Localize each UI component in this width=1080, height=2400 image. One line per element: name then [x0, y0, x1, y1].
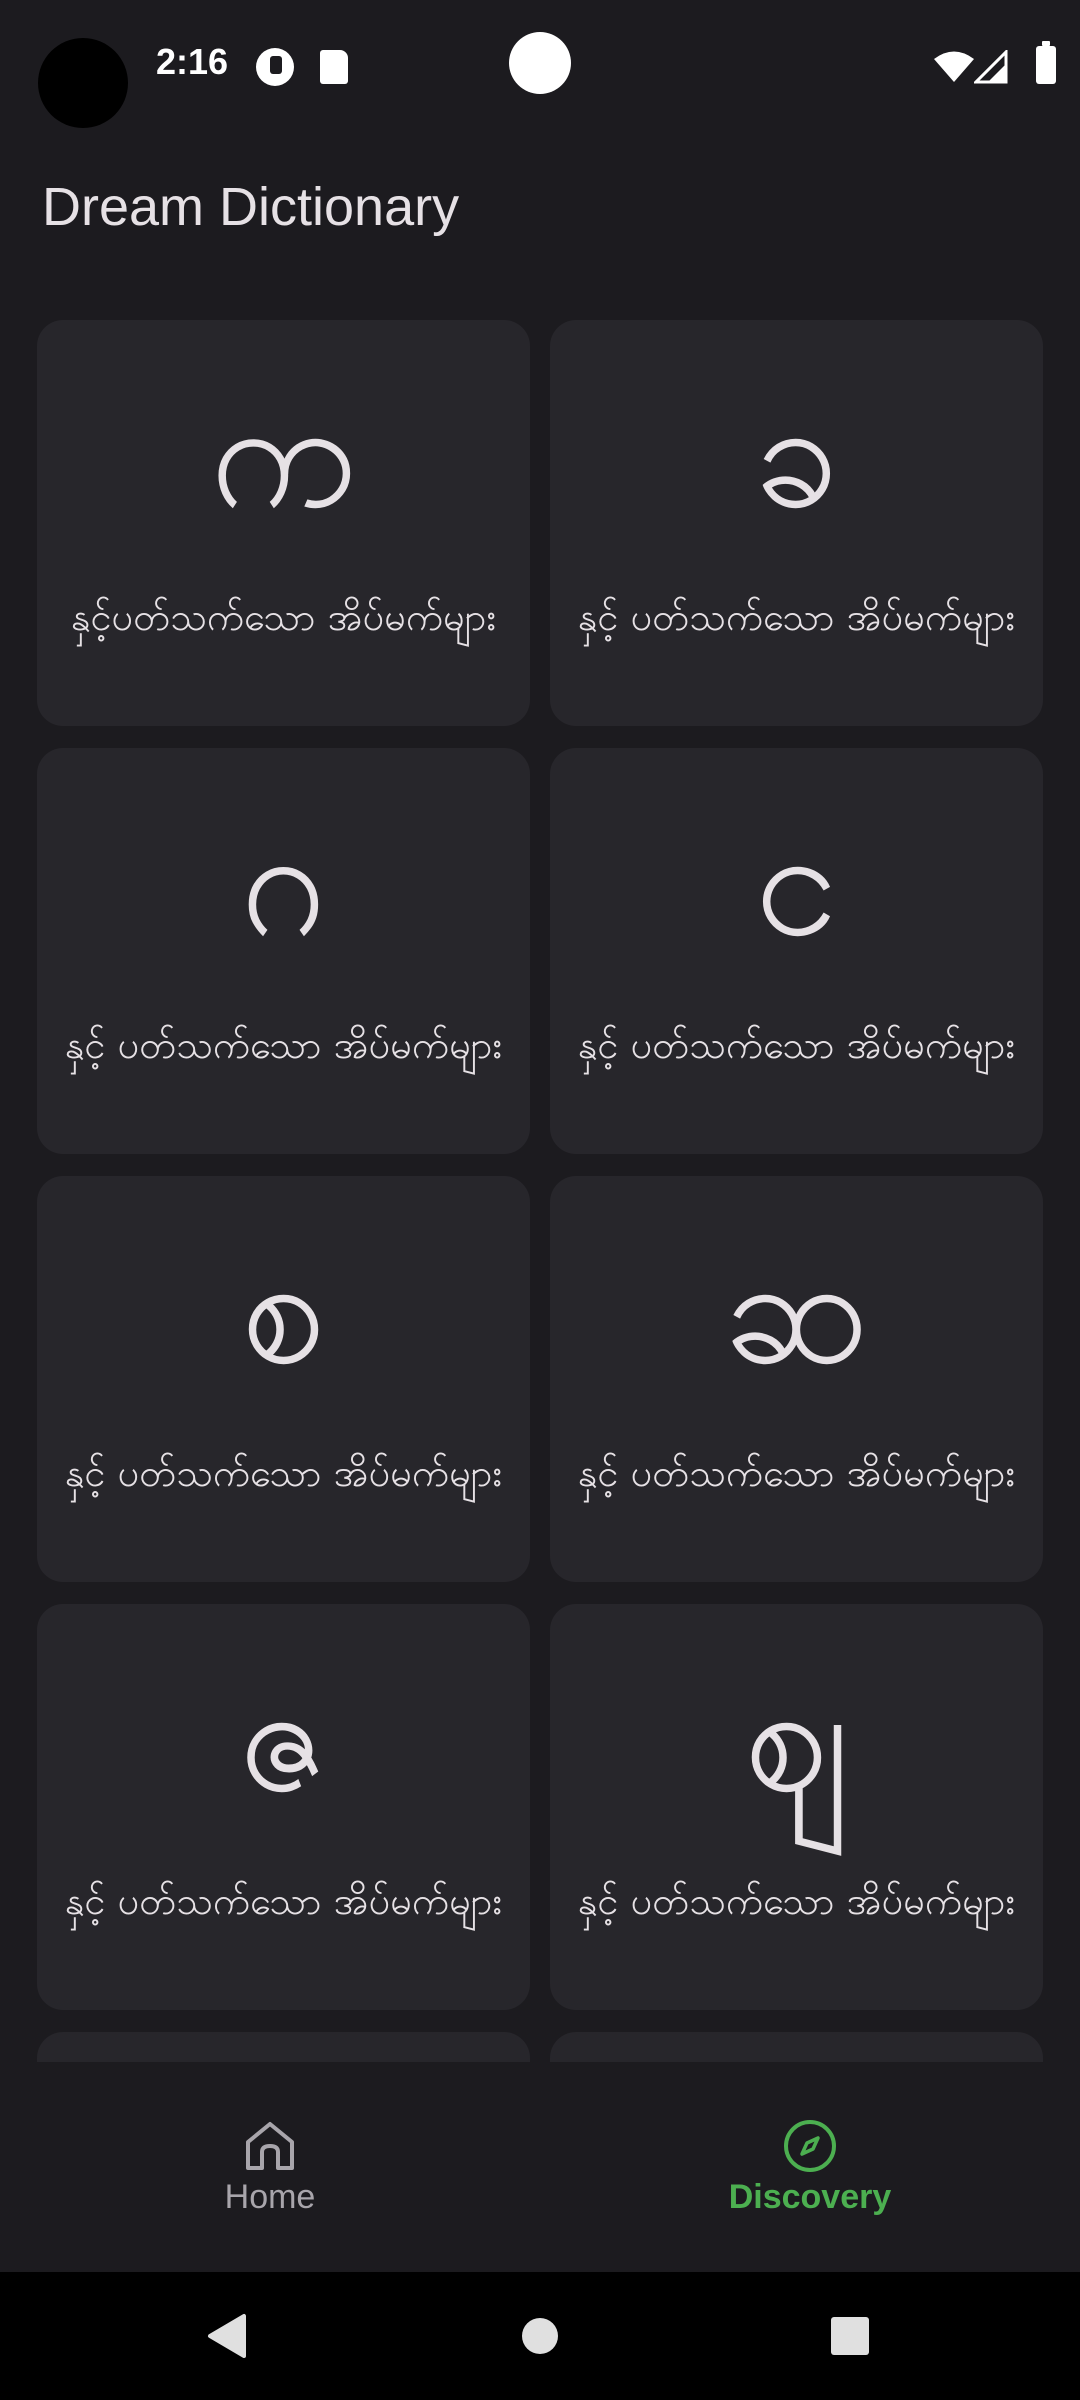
- card-letter: စ: [241, 1224, 326, 1398]
- letter-card-partial[interactable]: [550, 2032, 1043, 2062]
- page-title: Dream Dictionary: [42, 177, 460, 237]
- compass-icon: [784, 2120, 836, 2172]
- home-circle-icon[interactable]: [480, 2272, 600, 2400]
- letter-card-hsa[interactable]: ဆ နှင့် ပတ်သက်သော အိပ်မက်များ: [550, 1176, 1043, 1582]
- screen: 2:16 Dream Dictionary က နှင့်ပတ်သက်သော အ…: [0, 0, 1080, 2400]
- card-letter: ဂ: [240, 796, 327, 970]
- card-caption: နှင့် ပတ်သက်သော အိပ်မက်များ: [64, 1023, 503, 1067]
- status-time: 2:16: [156, 41, 229, 82]
- battery-icon: [1036, 41, 1056, 84]
- nav-home[interactable]: Home: [0, 2062, 540, 2272]
- app-notification-icon: [256, 48, 294, 86]
- letter-grid-scroll[interactable]: က နှင့်ပတ်သက်သော အိပ်မက်များ ခ နှင့် ပတ်…: [0, 300, 1080, 2062]
- card-caption: နှင့် ပတ်သက်သော အိပ်မက်များ: [577, 595, 1016, 639]
- card-caption: နှင့်ပတ်သက်သော အိပ်မက်များ: [70, 595, 497, 639]
- card-caption: နှင့် ပတ်သက်သော အိပ်မက်များ: [577, 1879, 1016, 1923]
- card-letter: က: [210, 368, 357, 542]
- sd-card-icon: [320, 50, 348, 84]
- letter-card-ka[interactable]: က နှင့်ပတ်သက်သော အိပ်မက်များ: [37, 320, 530, 726]
- nav-home-label: Home: [224, 2178, 316, 2216]
- letter-card-za[interactable]: ဇ နှင့် ပတ်သက်သော အိပ်မက်များ: [37, 1604, 530, 2010]
- letter-card-sa[interactable]: စ နှင့် ပတ်သက်သော အိပ်မက်များ: [37, 1176, 530, 1582]
- system-navigation-bar: [0, 2272, 1080, 2400]
- card-letter: င: [754, 796, 839, 970]
- letter-grid: က နှင့်ပတ်သက်သော အိပ်မက်များ ခ နှင့် ပတ်…: [37, 320, 1043, 2062]
- status-bar: 2:16: [0, 0, 1080, 135]
- front-camera-dot: [509, 32, 571, 94]
- letter-card-ga[interactable]: ဂ နှင့် ပတ်သက်သော အိပ်မက်များ: [37, 748, 530, 1154]
- wifi-icon: [934, 51, 974, 82]
- letter-card-partial[interactable]: [37, 2032, 530, 2062]
- card-caption: နှင့် ပတ်သက်သော အိပ်မက်များ: [64, 1879, 503, 1923]
- bottom-navigation: Home Discovery: [0, 2062, 1080, 2272]
- letter-card-zha[interactable]: ဈ နှင့် ပတ်သက်သော အိပ်မက်များ: [550, 1604, 1043, 2010]
- card-letter: ခ: [754, 368, 839, 542]
- nav-discovery-label: Discovery: [728, 2178, 892, 2216]
- nav-discovery[interactable]: Discovery: [540, 2062, 1080, 2272]
- cellular-signal-icon: [974, 50, 1008, 84]
- card-caption: နှင့် ပတ်သက်သော အိပ်မက်များ: [577, 1451, 1016, 1495]
- camera-cutout: [38, 38, 128, 128]
- card-letter: ဆ: [723, 1224, 870, 1398]
- card-caption: နှင့် ပတ်သက်သော အိပ်မက်များ: [577, 1023, 1016, 1067]
- card-letter: ဈ: [743, 1652, 850, 1826]
- recents-icon[interactable]: [790, 2272, 910, 2400]
- card-letter: ဇ: [238, 1652, 329, 1826]
- home-icon: [246, 2122, 294, 2170]
- letter-card-nga[interactable]: င နှင့် ပတ်သက်သော အိပ်မက်များ: [550, 748, 1043, 1154]
- letter-card-kha[interactable]: ခ နှင့် ပတ်သက်သော အိပ်မက်များ: [550, 320, 1043, 726]
- back-icon[interactable]: [166, 2272, 286, 2400]
- card-caption: နှင့် ပတ်သက်သော အိပ်မက်များ: [64, 1451, 503, 1495]
